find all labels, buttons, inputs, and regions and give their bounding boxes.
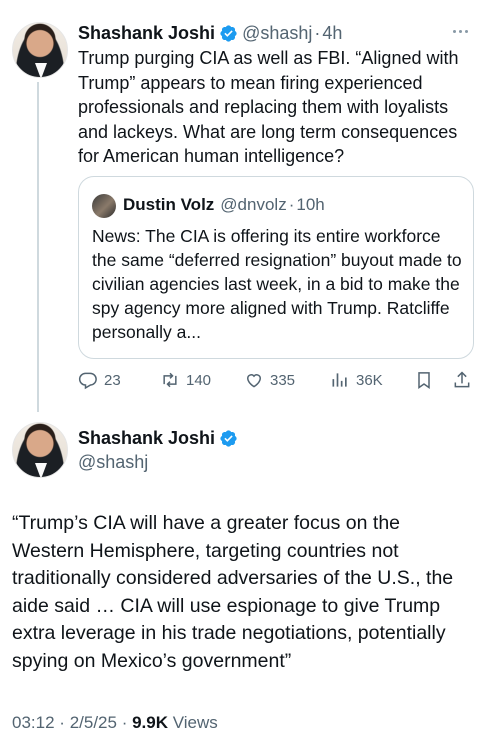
- quoted-tweet-header: Dustin Volz @dnvolz · 10h: [123, 195, 325, 215]
- tweet-timestamp[interactable]: 4h: [322, 23, 342, 44]
- reply-button[interactable]: 23: [78, 368, 121, 392]
- views-icon: [332, 373, 347, 387]
- views-button[interactable]: 36K: [330, 368, 383, 392]
- bookmark-button[interactable]: [414, 368, 434, 392]
- meta-separator: ·: [59, 713, 65, 732]
- tweet-time[interactable]: 03:12: [12, 713, 55, 732]
- verified-badge-icon: [220, 24, 237, 42]
- tweet-meta: 03:12 · 2/5/25 · 9.9K Views: [12, 713, 218, 733]
- author-name[interactable]: Shashank Joshi: [78, 23, 215, 44]
- parent-tweet-header: Shashank Joshi @shashj · 4h: [78, 22, 342, 44]
- share-button[interactable]: [452, 368, 472, 392]
- quoted-tweet-timestamp: 10h: [296, 195, 325, 214]
- parent-tweet-text: Trump purging CIA as well as FBI. “Align…: [78, 48, 459, 166]
- reply-icon: [78, 372, 97, 390]
- main-tweet-author: Shashank Joshi: [78, 428, 238, 449]
- tweet-views-label: Views: [172, 713, 218, 732]
- author-handle[interactable]: @shashj: [78, 452, 148, 473]
- repost-icon: [163, 372, 177, 388]
- author-handle[interactable]: @shashj: [242, 23, 312, 44]
- quoted-tweet-card[interactable]: Dustin Volz @dnvolz · 10h News: The CIA …: [78, 176, 474, 359]
- tweet-views-count[interactable]: 9.9K: [132, 713, 168, 732]
- quoted-tweet-text: News: The CIA is offering its entire wor…: [92, 226, 462, 342]
- author-avatar[interactable]: [12, 22, 68, 78]
- bookmark-icon: [418, 372, 430, 389]
- quoted-separator-dot: ·: [288, 195, 295, 214]
- quoted-author-avatar: [92, 194, 116, 218]
- thread-connector-line: [37, 82, 39, 412]
- verified-badge-icon: [220, 430, 237, 447]
- repost-count: 140: [186, 371, 212, 389]
- like-button[interactable]: 335: [244, 368, 295, 392]
- like-icon: [246, 374, 262, 388]
- meta-separator: ·: [121, 713, 128, 732]
- quoted-author-handle: @dnvolz: [220, 195, 287, 214]
- main-tweet-text: “Trump’s CIA will have a greater focus o…: [12, 512, 454, 672]
- views-count: 36K: [356, 371, 383, 389]
- like-count: 335: [270, 371, 296, 389]
- author-name[interactable]: Shashank Joshi: [78, 428, 215, 449]
- share-icon: [454, 371, 470, 388]
- quoted-author-name: Dustin Volz: [123, 195, 215, 214]
- separator-dot: ·: [314, 22, 321, 43]
- tweet-date[interactable]: 2/5/25: [70, 713, 117, 732]
- repost-button[interactable]: 140: [160, 368, 211, 392]
- author-avatar[interactable]: [12, 422, 68, 478]
- reply-count: 23: [104, 371, 121, 389]
- more-icon[interactable]: [446, 20, 474, 42]
- tweet-action-bar: 23 140 335 36K: [78, 368, 474, 392]
